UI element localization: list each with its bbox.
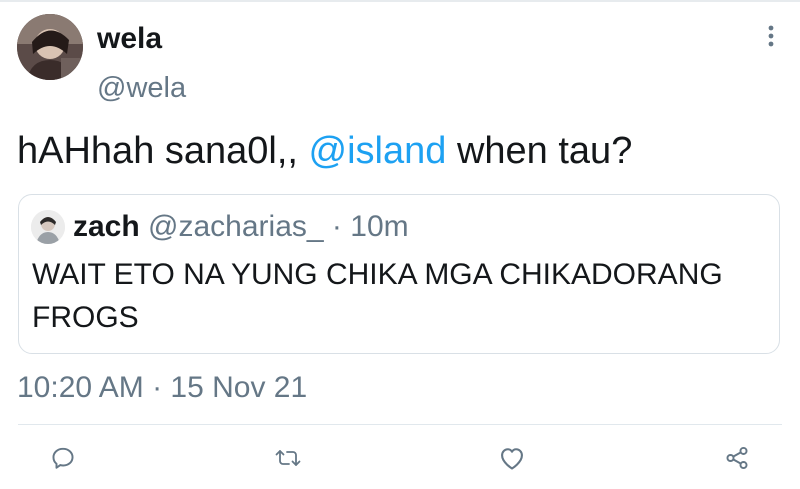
heart-icon <box>501 448 523 470</box>
mention-link[interactable]: @island <box>309 130 447 172</box>
retweet-button[interactable] <box>270 440 306 476</box>
quote-separator: · <box>323 210 351 243</box>
tweet-text-end: when tau? <box>446 130 633 172</box>
display-name[interactable]: wela <box>97 21 162 57</box>
avatar[interactable] <box>17 14 83 80</box>
like-button[interactable] <box>494 440 530 476</box>
quote-avatar <box>31 210 65 244</box>
tweet-text-start: hAHhah sana0l,, <box>17 130 309 172</box>
tweet-timestamp[interactable]: 10:20 AM · 15 Nov 21 <box>17 369 307 407</box>
tweet-text: hAHhah sana0l,, @island when tau? <box>17 128 632 174</box>
quote-username: @zacharias_ <box>148 210 324 243</box>
top-divider <box>0 0 800 2</box>
quoted-tweet-card[interactable]: zach @zacharias_ · 10m WAIT ETO NA YUNG … <box>18 194 780 354</box>
username[interactable]: @wela <box>97 70 186 106</box>
more-options-button[interactable] <box>756 18 786 54</box>
quote-header: zach @zacharias_ · 10m <box>73 207 409 247</box>
reply-icon <box>52 447 74 469</box>
share-icon <box>726 446 748 470</box>
avatar-photo <box>17 14 83 80</box>
reply-button[interactable] <box>45 440 81 476</box>
retweet-icon <box>275 450 301 466</box>
actions-divider <box>18 424 782 425</box>
share-button[interactable] <box>719 440 755 476</box>
quote-time: 10m <box>350 210 409 243</box>
quote-text: WAIT ETO NA YUNG CHIKA MGA CHIKADORANG F… <box>32 258 723 334</box>
quote-author-name: zach <box>73 210 140 243</box>
quote-avatar-photo <box>31 210 65 244</box>
more-vertical-icon <box>768 25 774 47</box>
